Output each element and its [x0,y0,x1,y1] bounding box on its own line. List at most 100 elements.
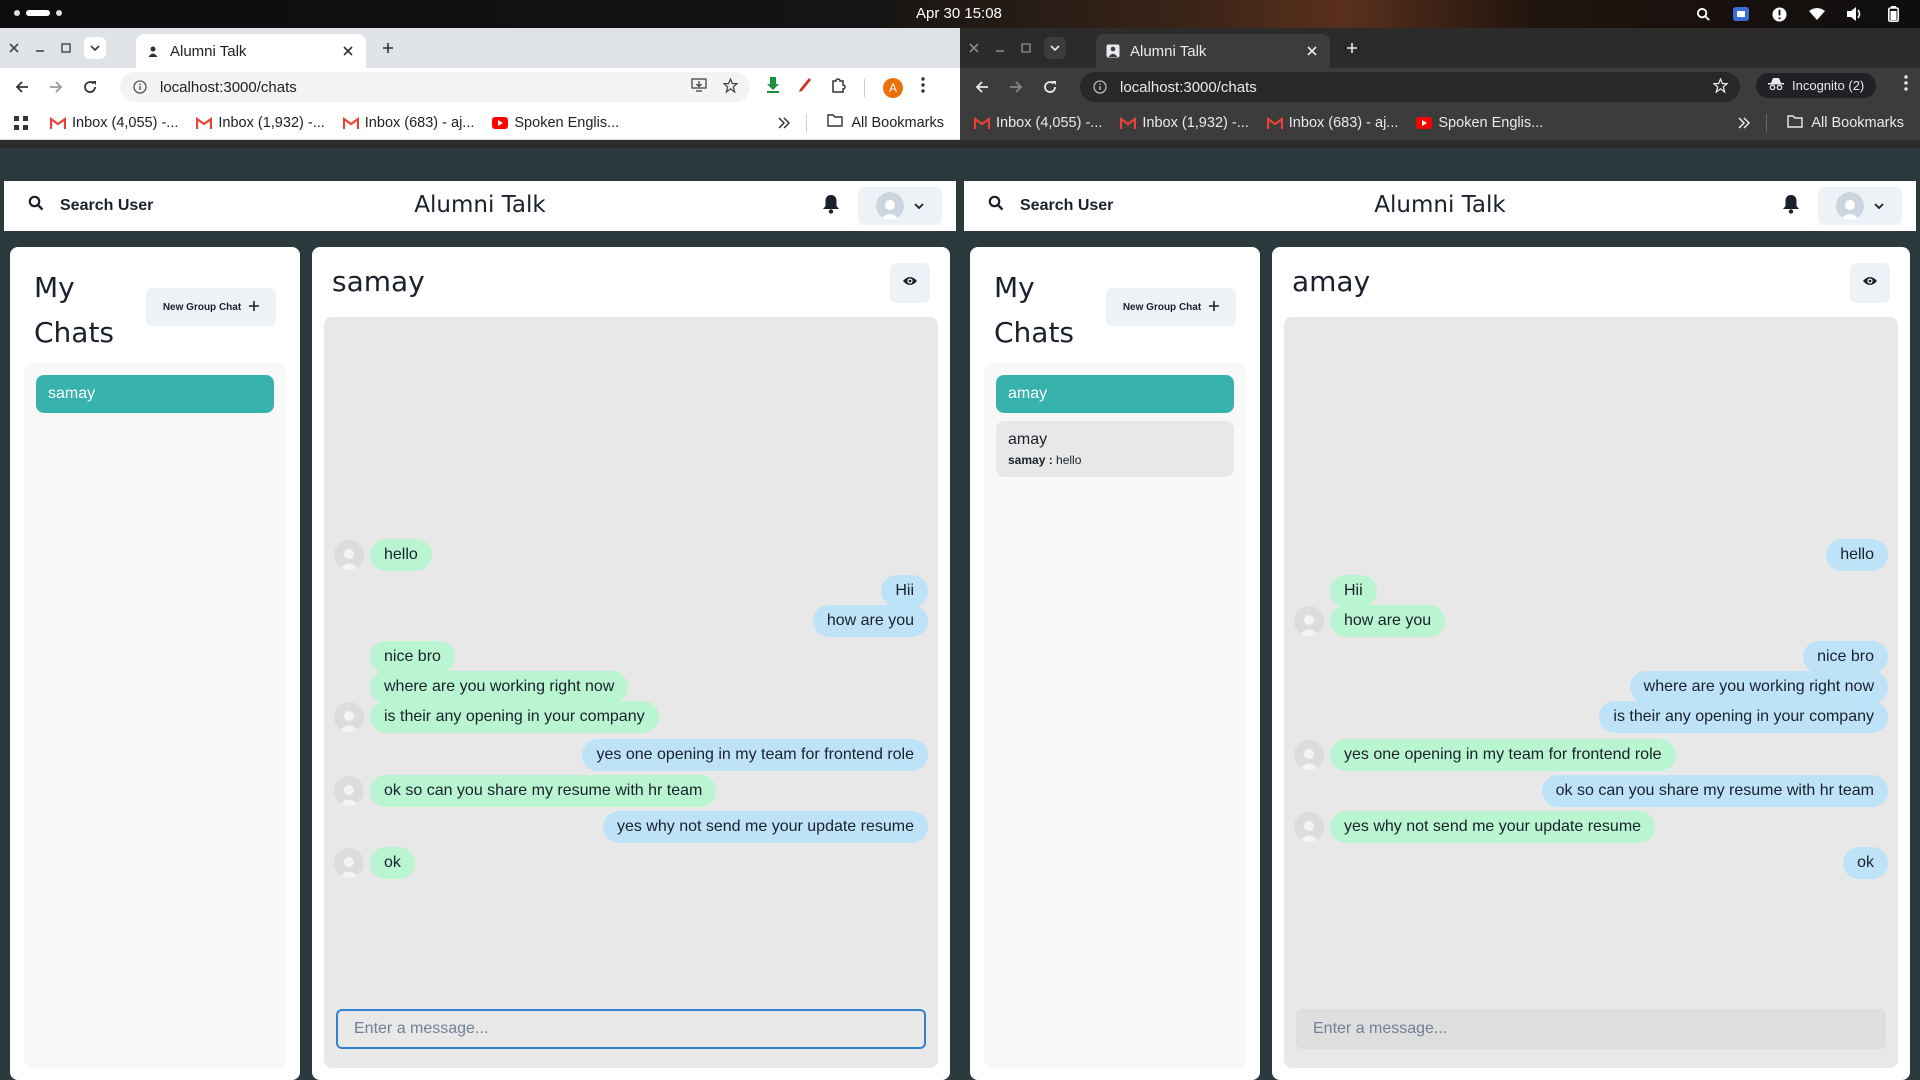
site-info-icon[interactable] [1092,79,1108,95]
close-window-icon[interactable] [4,38,24,58]
sender-avatar[interactable] [334,540,364,570]
message-row: yes why not send me your update resume [334,811,928,843]
message-bubble: yes why not send me your update resume [602,811,928,843]
url-text: localhost:3000/chats [1120,78,1257,96]
info-icon[interactable] [1770,5,1788,23]
tab-alumni-talk[interactable]: Alumni Talk [1096,34,1330,68]
sender-avatar[interactable] [334,776,364,806]
bookmarks-bar: Inbox (4,055) -... Inbox (1,932) -... In… [960,106,1920,140]
new-tab-icon[interactable] [378,38,398,58]
incognito-indicator[interactable]: Incognito (2) [1756,73,1877,98]
bookmark-item[interactable]: Inbox (683) - aj... [342,115,474,131]
more-bookmarks-icon[interactable] [1738,117,1750,129]
download-icon[interactable] [766,77,780,98]
address-bar[interactable]: localhost:3000/chats [1080,72,1740,102]
maximize-icon[interactable] [56,38,76,58]
bookmark-item[interactable]: Spoken Englis... [1416,115,1543,131]
install-app-icon[interactable] [691,78,707,96]
url-text: localhost:3000/chats [160,78,297,96]
sender-avatar[interactable] [334,848,364,878]
workspace-indicator[interactable] [14,10,62,16]
battery-icon[interactable] [1884,5,1902,23]
search-icon[interactable] [1694,5,1712,23]
bookmark-item[interactable]: Spoken Englis... [492,115,619,131]
message-bubble: ok so can you share my resume with hr te… [1541,775,1888,807]
sender-avatar[interactable] [334,702,364,732]
message-bubble: Hii [881,575,928,607]
message-input[interactable] [1296,1009,1886,1049]
view-profile-button[interactable] [890,263,930,303]
message-row: Hii [334,575,928,607]
more-bookmarks-icon[interactable] [778,116,790,129]
reload-icon[interactable] [80,77,100,97]
bookmark-star-icon[interactable] [722,76,739,97]
gmail-icon [1266,116,1283,130]
new-group-chat-button[interactable]: New Group Chat [1106,288,1236,326]
search-icon [28,195,44,216]
site-info-icon[interactable] [132,79,148,95]
search-user-button[interactable]: Search User [28,195,153,216]
alumni-talk-app: Search User Alumni Talk My Chats New Gro… [0,148,960,1080]
bookmark-star-icon[interactable] [1712,76,1729,97]
profile-menu-button[interactable] [1818,187,1902,225]
message-bubble: Hii [1330,575,1377,607]
os-clock[interactable]: Apr 30 15:08 [916,5,1002,22]
forward-icon[interactable] [1006,77,1026,97]
chat-list-item[interactable]: amay samay : hello [996,421,1234,477]
tab-alumni-talk[interactable]: Alumni Talk [136,34,366,68]
bell-icon[interactable] [822,194,840,219]
message-bubble: ok so can you share my resume with hr te… [370,775,717,807]
profile-menu-button[interactable] [858,187,942,225]
bookmark-item[interactable]: Inbox (1,932) -... [1120,115,1249,131]
extensions-puzzle-icon[interactable] [830,77,846,98]
bookmark-item[interactable]: Inbox (683) - aj... [1266,115,1398,131]
bookmarks-bar: Inbox (4,055) -... Inbox (1,932) -... In… [0,106,960,140]
sender-avatar[interactable] [1294,812,1324,842]
tab-search-icon[interactable] [84,37,106,59]
message-row: nice bro [1294,641,1888,673]
close-window-icon[interactable] [964,38,984,58]
bookmark-item[interactable]: Inbox (4,055) -... [974,115,1102,131]
back-icon[interactable] [12,77,32,97]
wifi-icon[interactable] [1808,5,1826,23]
plus-icon [249,300,260,314]
back-icon[interactable] [972,77,992,97]
message-input[interactable] [336,1009,926,1049]
all-bookmarks-button[interactable]: All Bookmarks [1787,114,1904,132]
maximize-icon[interactable] [1016,38,1036,58]
message-bubble: hello [370,539,432,571]
bell-icon[interactable] [1782,194,1800,219]
new-tab-icon[interactable] [1342,38,1362,58]
all-bookmarks-button[interactable]: All Bookmarks [827,114,944,131]
forward-icon[interactable] [46,77,66,97]
bookmark-item[interactable]: Inbox (1,932) -... [196,115,325,131]
my-chats-panel: My Chats New Group Chat samay [10,247,300,1080]
browser-menu-icon[interactable] [1904,75,1908,96]
sender-avatar[interactable] [1294,740,1324,770]
apps-grid-icon[interactable] [14,115,28,130]
chat-list-item[interactable]: amay [996,375,1234,413]
sender-avatar[interactable] [1294,606,1324,636]
close-tab-icon[interactable] [340,43,356,59]
minimize-icon[interactable] [990,38,1010,58]
minimize-icon[interactable] [30,38,50,58]
address-bar[interactable]: localhost:3000/chats [120,72,750,102]
chevron-down-icon [1874,197,1884,215]
bookmark-item[interactable]: Inbox (4,055) -... [50,115,178,131]
message-row: where are you working right now [1294,671,1888,703]
reload-icon[interactable] [1040,77,1060,97]
message-row: hello [1294,539,1888,571]
profile-avatar[interactable]: A [883,77,903,98]
new-group-chat-button[interactable]: New Group Chat [146,288,276,326]
network-app-icon[interactable] [1732,5,1750,23]
chat-list-item[interactable]: samay [36,375,274,413]
view-profile-button[interactable] [1850,263,1890,303]
search-user-button[interactable]: Search User [988,195,1113,216]
pen-extension-icon[interactable] [798,77,812,98]
volume-icon[interactable] [1846,5,1864,23]
close-tab-icon[interactable] [1304,43,1320,59]
browser-menu-icon[interactable] [921,77,925,98]
system-tray[interactable] [1694,5,1902,23]
message-bubble: ok [370,847,415,879]
tab-search-icon[interactable] [1044,37,1066,59]
